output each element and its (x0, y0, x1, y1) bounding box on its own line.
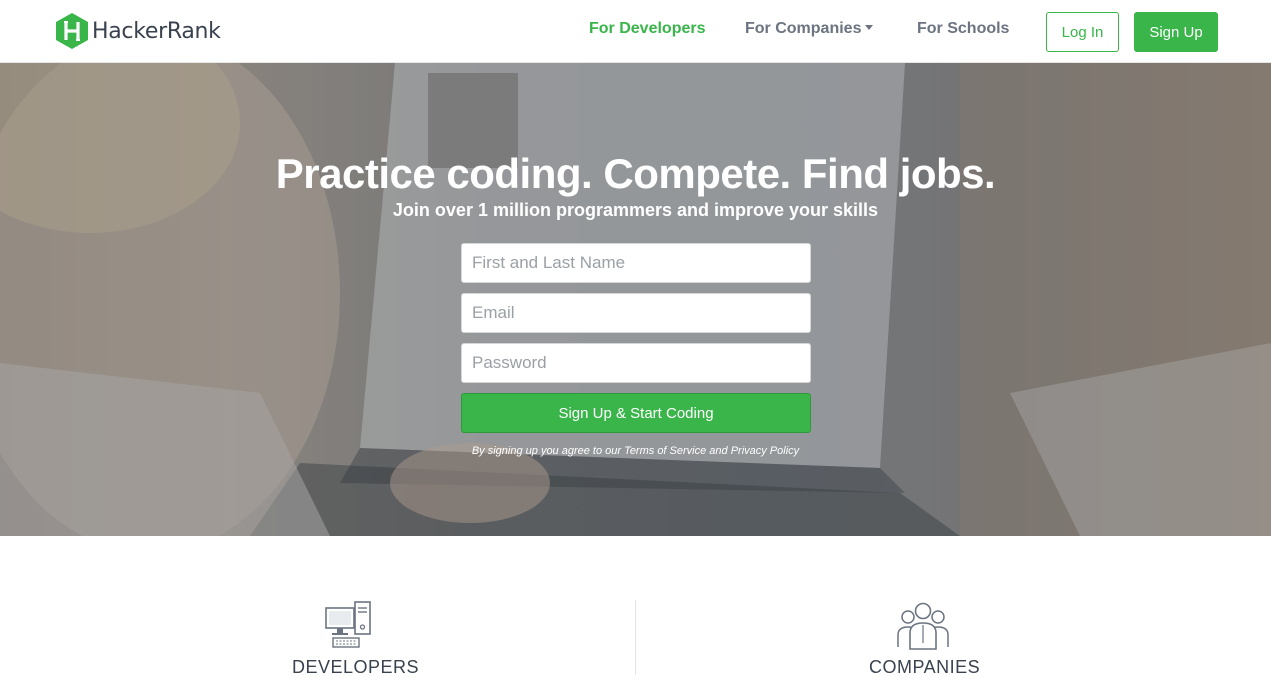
email-input[interactable] (461, 293, 811, 333)
nav-for-schools[interactable]: For Schools (917, 20, 1009, 38)
people-group-icon (897, 602, 949, 650)
hero-title: Practice coding. Compete. Find jobs. (275, 150, 996, 197)
login-button[interactable]: Log In (1046, 12, 1119, 52)
password-input[interactable] (461, 343, 811, 383)
caret-down-icon (865, 25, 874, 30)
terms-text: By signing up you agree to our Terms of … (471, 445, 800, 457)
name-input[interactable] (461, 243, 811, 283)
section-divider (635, 600, 636, 675)
hackerrank-hexagon-icon (56, 13, 88, 49)
logo-text: HackerRank (92, 18, 221, 44)
signup-button[interactable]: Sign Up (1134, 12, 1218, 52)
hero-subtitle: Join over 1 million programmers and impr… (392, 200, 879, 220)
hero-section: Practice coding. Compete. Find jobs. Joi… (0, 63, 1271, 536)
nav-for-companies-label: For Companies (745, 20, 862, 37)
signup-start-coding-button[interactable]: Sign Up & Start Coding (461, 393, 811, 433)
top-navbar: HackerRank For Developers For Companies … (0, 0, 1271, 63)
computer-icon (325, 601, 371, 648)
hackerrank-logo[interactable]: HackerRank (54, 12, 221, 50)
nav-for-developers[interactable]: For Developers (589, 20, 705, 38)
nav-for-companies[interactable]: For Companies (745, 20, 874, 38)
